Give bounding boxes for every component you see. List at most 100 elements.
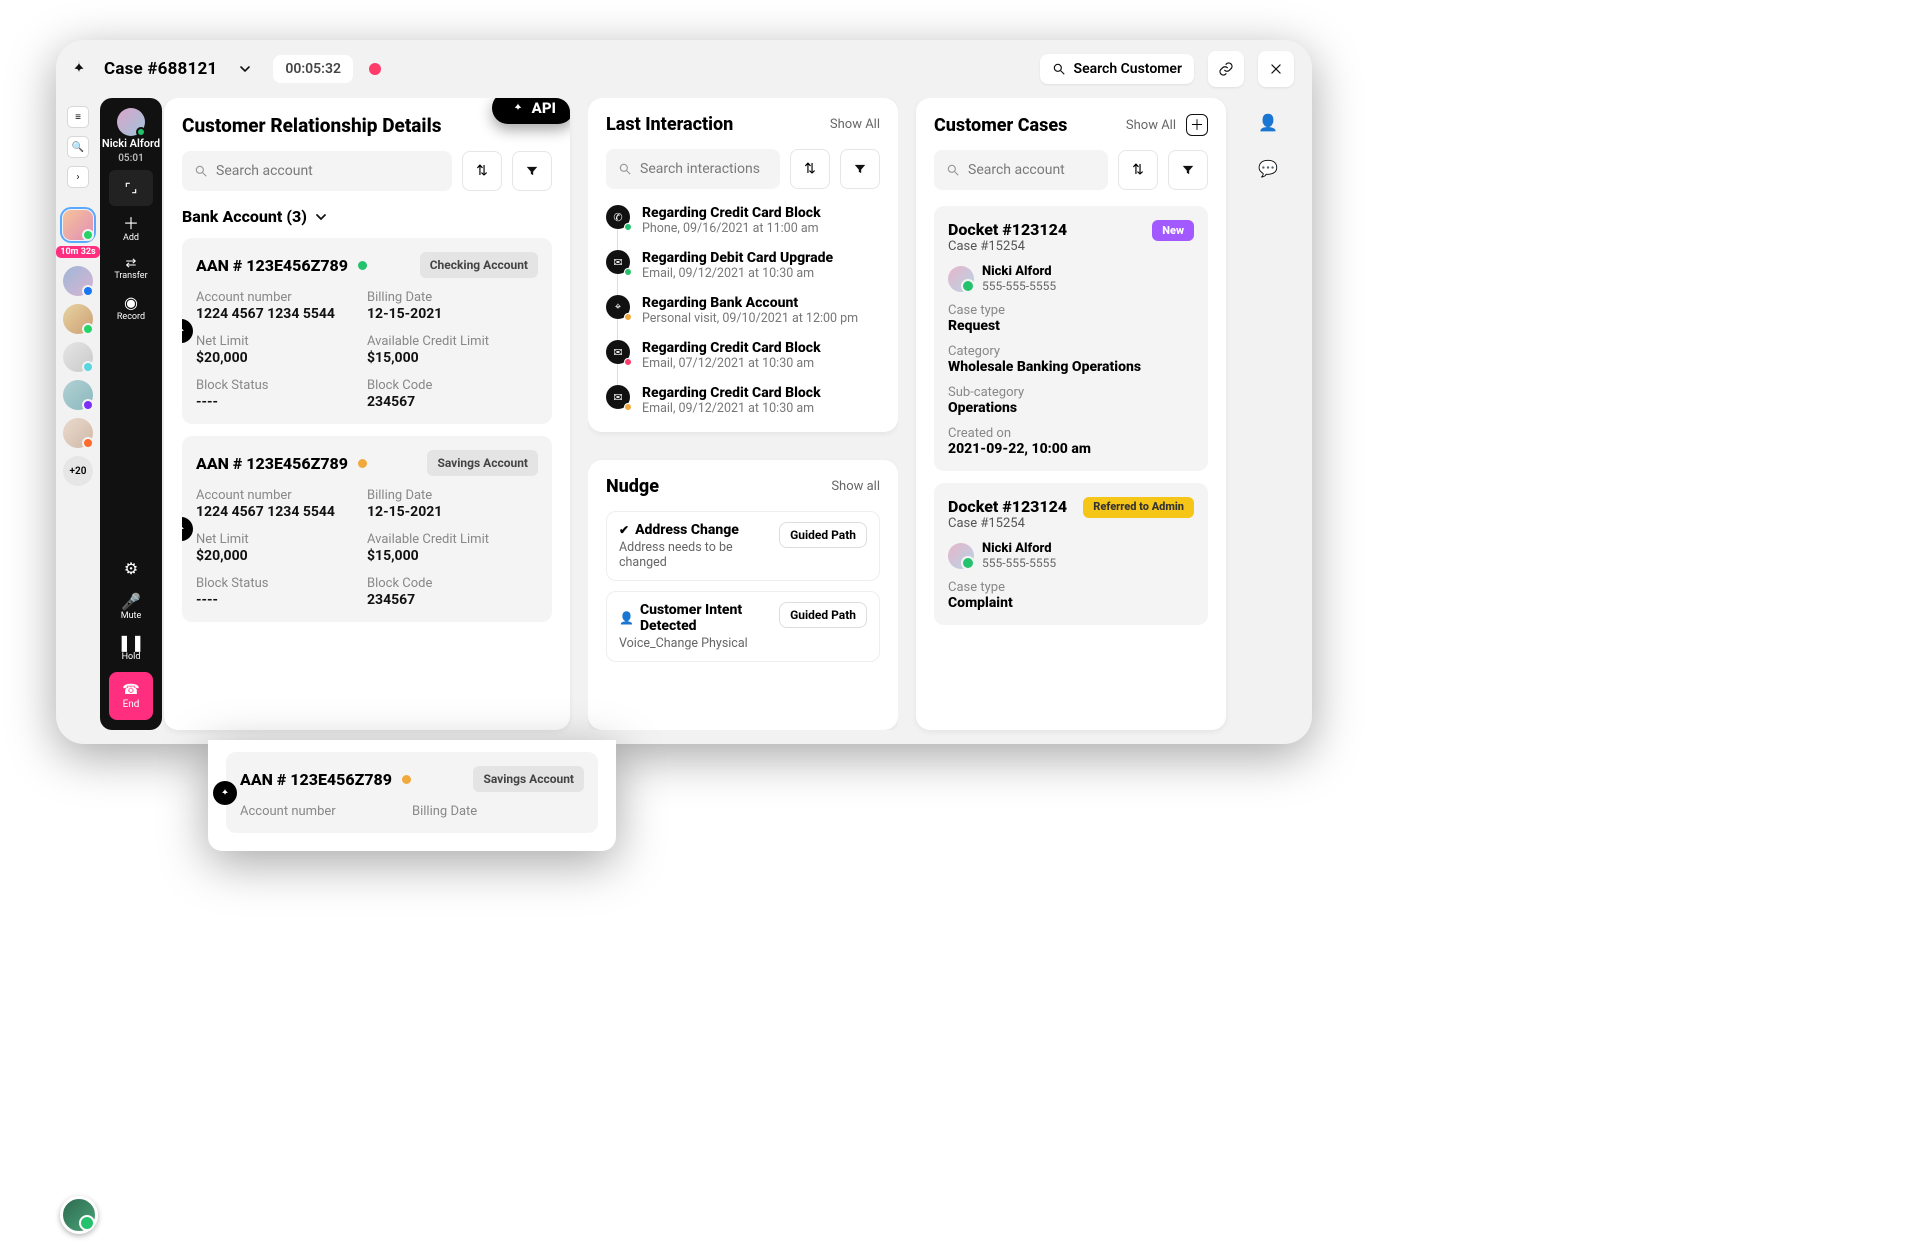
header: Case #688121 00:05:32 Search Customer — [56, 40, 1312, 98]
nudge-item-desc: Voice_Change Physical — [619, 636, 771, 651]
dock-end-call-button[interactable]: ☎ End — [109, 672, 153, 720]
phone-hangup-icon: ☎ — [122, 682, 139, 698]
case-status-badge: New — [1152, 220, 1194, 241]
net-limit-value: $20,000 — [196, 548, 367, 564]
interactions-search-placeholder: Search interactions — [640, 161, 760, 177]
dock-expand-button[interactable] — [109, 170, 153, 206]
available-credit-label: Available Credit Limit — [367, 532, 538, 547]
interactions-sort-button[interactable]: ⇅ — [790, 149, 830, 189]
sort-icon: ⇅ — [804, 161, 816, 177]
bank-section-toggle[interactable]: Bank Account (3) — [182, 207, 552, 226]
crd-search-row: Search account ⇅ — [182, 151, 552, 191]
cases-search-input[interactable]: Search account — [934, 150, 1108, 190]
check-icon: ✔ — [619, 523, 629, 537]
customer-cases-panel: Customer Cases Show All ＋ Search account… — [916, 98, 1226, 730]
dock-avatar — [117, 108, 145, 136]
available-credit-value: $15,000 — [367, 548, 538, 564]
case-switch-dropdown[interactable] — [231, 55, 259, 83]
chat-tab-button[interactable]: 💬 — [1254, 154, 1282, 182]
interactions-search-input[interactable]: Search interactions — [606, 149, 780, 189]
rail-contact[interactable] — [63, 304, 93, 334]
chevron-right-icon: › — [76, 172, 79, 183]
guided-path-button[interactable]: Guided Path — [779, 602, 867, 628]
search-customer-button[interactable]: Search Customer — [1040, 54, 1194, 84]
case-field-value: Operations — [948, 400, 1194, 416]
rail-contact[interactable] — [63, 380, 93, 410]
account-number-label: Account number — [196, 488, 367, 503]
rail-contact[interactable] — [63, 418, 93, 448]
phone-icon: ✆ — [606, 205, 630, 229]
interaction-item[interactable]: ✆ Regarding Credit Card BlockPhone, 09/1… — [606, 205, 880, 236]
rail-contact[interactable] — [63, 266, 93, 296]
account-card[interactable]: AAN # 123E456Z789 Checking Account Accou… — [182, 238, 552, 424]
account-aan: AAN # 123E456Z789 — [196, 454, 348, 473]
dock-transfer-button[interactable]: ⇄Transfer — [114, 253, 147, 285]
interactions-filter-button[interactable] — [840, 149, 880, 189]
crd-search-input[interactable]: Search account — [182, 151, 452, 191]
leaf-icon — [510, 100, 526, 116]
crd-filter-button[interactable] — [512, 151, 552, 191]
dock-hold-button[interactable]: ❚❚Hold — [118, 631, 145, 666]
filter-icon — [525, 164, 539, 178]
facebook-badge-icon — [82, 285, 94, 297]
rail-more-contacts[interactable]: +20 — [63, 456, 93, 486]
close-button[interactable] — [1258, 51, 1294, 87]
dock-mute-button[interactable]: 🎤Mute — [121, 590, 142, 625]
block-status-value: ---- — [196, 394, 367, 410]
nudge-item: ✔Address Change Address needs to be chan… — [606, 511, 880, 581]
expand-icon — [124, 181, 138, 195]
cases-filter-button[interactable] — [1168, 150, 1208, 190]
rail-search-button[interactable]: 🔍 — [67, 136, 89, 158]
rail-contact[interactable] — [63, 342, 93, 372]
mail-icon: ✉ — [606, 385, 630, 409]
guided-path-button[interactable]: Guided Path — [779, 522, 867, 548]
dock-add-button[interactable]: ＋Add — [123, 212, 139, 247]
menu-icon: ≡ — [75, 112, 81, 123]
block-code-label: Block Code — [367, 576, 538, 591]
case-card[interactable]: Docket #123124Case #15254 Referred to Ad… — [934, 483, 1208, 625]
account-status-dot-icon — [402, 775, 411, 784]
crd-sort-button[interactable]: ⇅ — [462, 151, 502, 191]
assignee-name: Nicki Alford — [982, 541, 1056, 556]
cases-show-all[interactable]: Show All — [1126, 118, 1176, 133]
pause-icon: ❚❚ — [118, 635, 145, 651]
middle-column: Last Interaction Show All Search interac… — [588, 98, 898, 730]
copy-link-button[interactable] — [1208, 51, 1244, 87]
rail-contact-active[interactable] — [63, 210, 93, 240]
menu-button[interactable]: ≡ — [67, 106, 89, 128]
dock-settings-button[interactable]: ⚙ — [109, 552, 153, 584]
dock-record-button[interactable]: ◉Record — [117, 291, 145, 326]
cases-list: Docket #123124Case #15254 New Nicki Alfo… — [934, 206, 1208, 714]
caller-bubble-avatar[interactable] — [60, 1196, 98, 1234]
cases-add-button[interactable]: ＋ — [1186, 114, 1208, 136]
account-knob-icon — [182, 319, 193, 343]
rail-expand-button[interactable]: › — [67, 166, 89, 188]
channel-status-dot-icon — [624, 268, 632, 276]
interaction-title: Regarding Debit Card Upgrade — [642, 250, 833, 266]
online-status-icon — [136, 127, 146, 137]
cases-sort-button[interactable]: ⇅ — [1118, 150, 1158, 190]
viber-badge-icon — [82, 399, 94, 411]
account-number-label: Account number — [196, 290, 367, 305]
search-icon — [946, 163, 960, 177]
case-status-badge: Referred to Admin — [1083, 497, 1194, 518]
account-card[interactable]: AAN # 123E456Z789 Savings Account Accoun… — [182, 436, 552, 622]
profile-tab-button[interactable]: 👤 — [1254, 108, 1282, 136]
dock-transfer-label: Transfer — [114, 271, 147, 281]
case-field-label: Created on — [948, 426, 1194, 441]
interaction-item[interactable]: ✉ Regarding Credit Card BlockEmail, 09/1… — [606, 385, 880, 416]
interaction-item[interactable]: ✉ Regarding Debit Card UpgradeEmail, 09/… — [606, 250, 880, 281]
search-customer-label: Search Customer — [1074, 61, 1182, 77]
block-status-label: Block Status — [196, 378, 367, 393]
interaction-item[interactable]: ⌖ Regarding Bank AccountPersonal visit, … — [606, 295, 880, 326]
nudge-show-all[interactable]: Show all — [831, 479, 880, 494]
interactions-show-all[interactable]: Show All — [830, 117, 880, 132]
case-card[interactable]: Docket #123124Case #15254 New Nicki Alfo… — [934, 206, 1208, 471]
assignee-phone: 555-555-5555 — [982, 279, 1056, 293]
nudge-item-title: Address Change — [635, 522, 739, 538]
filter-icon — [1181, 163, 1195, 177]
channel-status-dot-icon — [624, 403, 632, 411]
interaction-item[interactable]: ✉ Regarding Credit Card BlockEmail, 07/1… — [606, 340, 880, 371]
account-card[interactable]: AAN # 123E456Z789 Savings Account Accoun… — [226, 752, 598, 833]
pin-icon: ⌖ — [606, 295, 630, 319]
